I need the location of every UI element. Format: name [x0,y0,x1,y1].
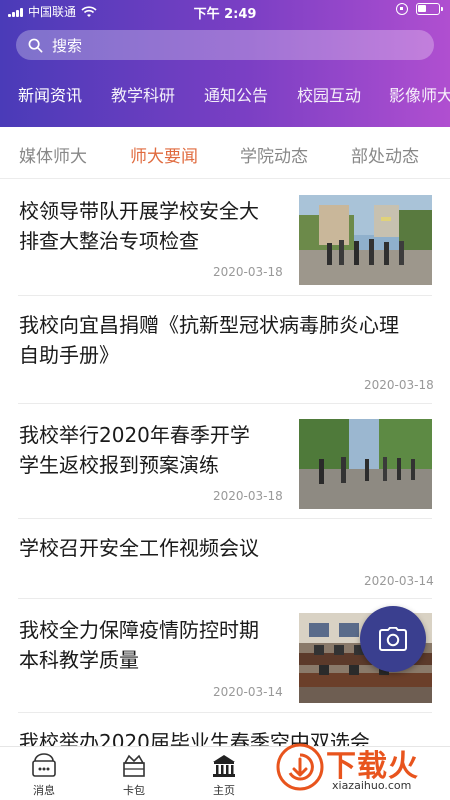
news-thumbnail [299,195,432,285]
card-icon [123,754,145,777]
battery-icon [416,3,443,15]
message-icon [32,753,56,777]
news-title-line: 我校举行2020年春季开学 [19,423,250,447]
news-date: 2020-03-14 [213,685,283,699]
tab-label: 主页 [213,784,235,797]
tab-home[interactable]: 主页 [194,753,254,798]
tab-notices[interactable]: 通知公告 [204,82,268,106]
search-bar[interactable]: 搜索 [16,30,434,60]
tab-gallery[interactable]: 影像师大 [389,82,450,106]
news-item[interactable]: 我校向宜昌捐赠《抗新型冠状病毒肺炎心理 自助手册》 2020-03-18 [0,296,450,404]
tab-teaching-research[interactable]: 教学科研 [111,82,175,106]
news-title-line: 排查大整治专项检查 [19,229,199,253]
tab-label: 消息 [33,784,55,797]
subtab-media[interactable]: 媒体师大 [19,142,87,167]
rotation-lock-icon [396,3,408,15]
tab-card[interactable]: 卡包 [104,753,164,798]
news-title-line: 自助手册》 [19,343,119,367]
news-title-line: 学校召开安全工作视频会议 [19,536,259,560]
news-thumbnail [299,419,432,509]
news-date: 2020-03-14 [364,574,434,588]
tab-campus-interaction[interactable]: 校园互动 [297,82,361,106]
news-title: 我校向宜昌捐赠《抗新型冠状病毒肺炎心理 自助手册》 [19,310,399,370]
news-title: 校领导带队开展学校安全大 排查大整治专项检查 [19,196,259,256]
watermark-url: xiazaihuo.com [332,779,412,792]
camera-icon [379,627,407,651]
status-right [396,3,443,15]
header: 中国联通 下午 2:49 搜索 新闻资讯 教学科研 通知公告 校园互动 影像师大 [0,0,450,127]
news-item[interactable]: 我校举行2020年春季开学 学生返校报到预案演练 2020-03-18 [0,404,450,519]
news-title: 我校全力保障疫情防控时期 本科教学质量 [19,615,259,675]
tab-messages[interactable]: 消息 [14,753,74,798]
top-nav: 新闻资讯 教学科研 通知公告 校园互动 影像师大 [0,82,450,112]
news-title-line: 我校向宜昌捐赠《抗新型冠状病毒肺炎心理 [19,313,399,337]
search-icon [28,38,43,52]
status-bar: 中国联通 下午 2:49 [0,0,450,22]
subtab-department-news[interactable]: 部处动态 [351,142,419,167]
news-title-line: 学生返校报到预案演练 [19,453,219,477]
news-title: 我校举行2020年春季开学 学生返校报到预案演练 [19,420,250,480]
tab-label: 卡包 [123,784,145,797]
search-placeholder: 搜索 [52,36,83,55]
news-title-line: 校领导带队开展学校安全大 [19,199,259,223]
home-icon [213,755,235,777]
news-title-line: 我校全力保障疫情防控时期 [19,618,259,642]
camera-button[interactable] [360,606,426,672]
news-date: 2020-03-18 [364,378,434,392]
subtab-headlines[interactable]: 师大要闻 [130,142,198,167]
news-item[interactable]: 学校召开安全工作视频会议 2020-03-14 [0,519,450,599]
news-date: 2020-03-18 [213,265,283,279]
sub-tabs: 媒体师大 师大要闻 学院动态 部处动态 [0,127,450,179]
download-logo-icon [276,743,324,791]
news-title-line: 本科教学质量 [19,648,139,672]
subtab-college-news[interactable]: 学院动态 [240,142,308,167]
tab-news[interactable]: 新闻资讯 [18,82,82,106]
news-date: 2020-03-18 [213,489,283,503]
news-item[interactable]: 校领导带队开展学校安全大 排查大整治专项检查 2020-03-18 [0,180,450,296]
watermark: 下载火 xiazaihuo.com [262,735,450,800]
clock: 下午 2:49 [193,7,257,22]
news-title: 学校召开安全工作视频会议 [19,533,259,563]
